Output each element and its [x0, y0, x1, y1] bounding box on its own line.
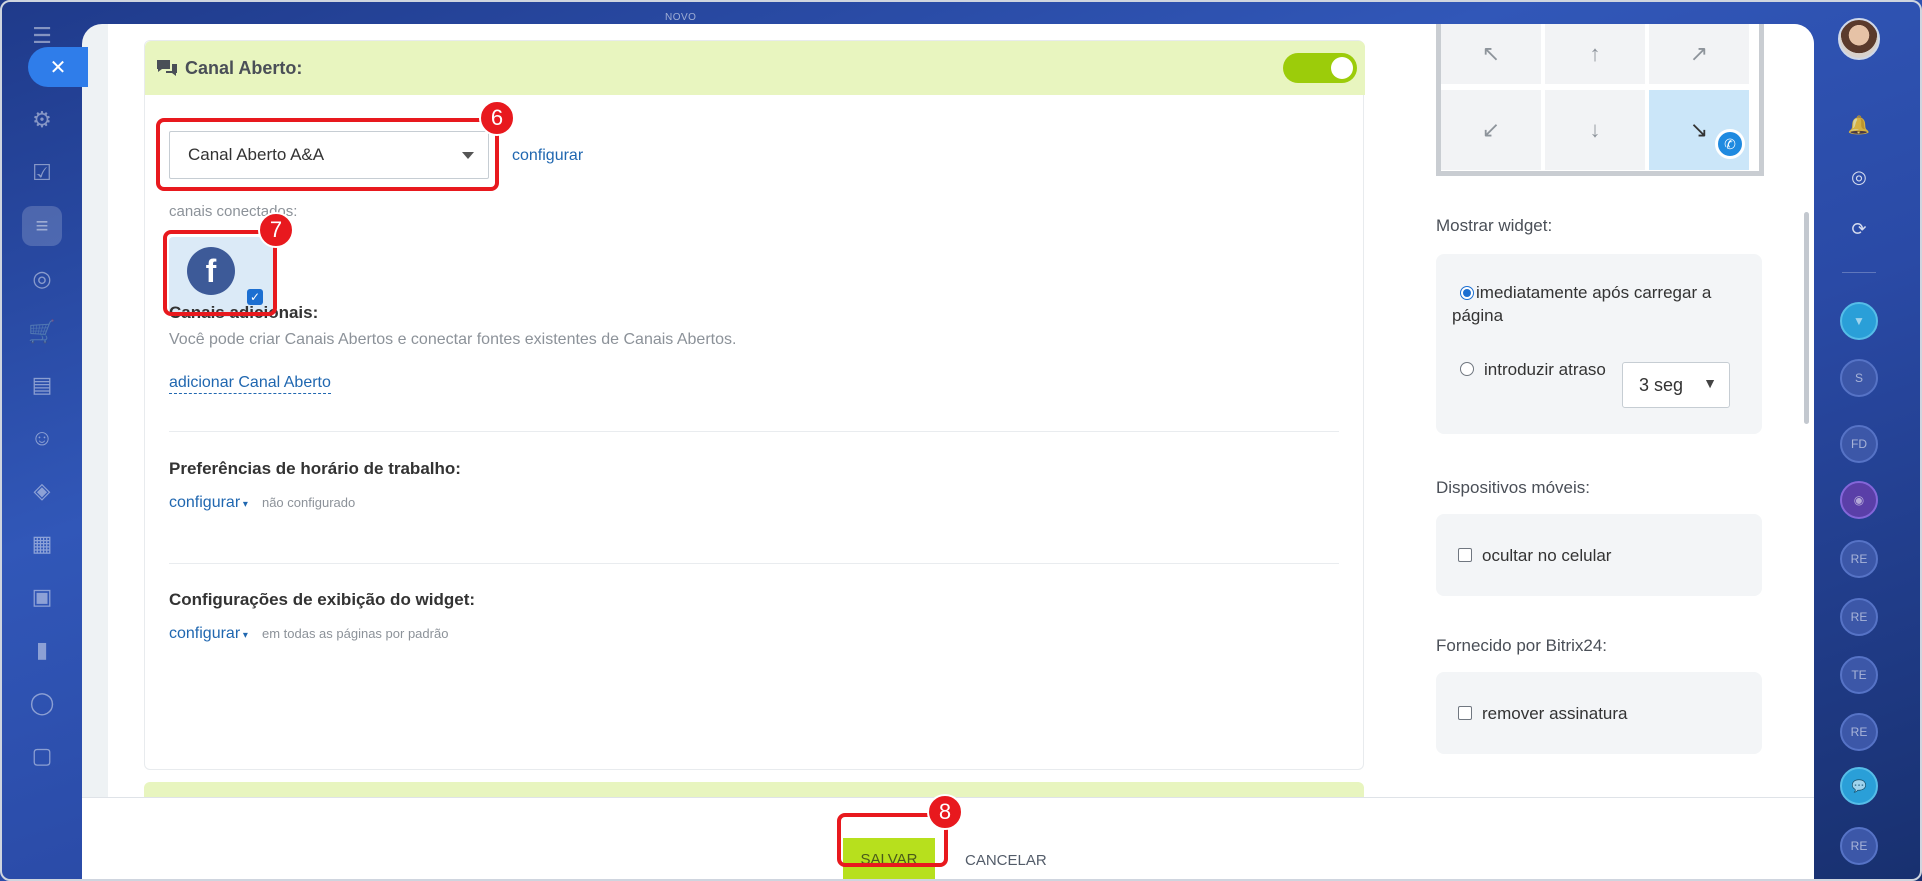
remove-signature-checkbox[interactable] [1458, 706, 1472, 720]
robot-icon[interactable]: ☺ [22, 418, 62, 458]
work-hours-title: Preferências de horário de trabalho: [169, 459, 461, 478]
step-badge-6: 6 [479, 100, 515, 136]
close-icon: ✕ [49, 56, 67, 79]
work-hours-row: configurar não configurado [169, 494, 355, 512]
signature-options: remover assinatura [1436, 672, 1762, 754]
immediate-option-label: imediatamente após carregar a página [1452, 283, 1712, 325]
configure-channel-link[interactable]: configurar [512, 147, 583, 165]
delay-radio[interactable] [1460, 362, 1474, 376]
fingerprint-icon[interactable]: ◎ [1838, 156, 1880, 198]
chat-bubble[interactable]: S [1840, 359, 1878, 397]
delay-select[interactable]: 3 seg ▼ [1622, 362, 1730, 408]
crm-icon[interactable]: ⚙ [22, 100, 62, 140]
hide-mobile-label: ocultar no celular [1482, 546, 1612, 565]
tasks-icon[interactable]: ☑ [22, 153, 62, 193]
scrollbar[interactable] [1804, 212, 1809, 424]
chat-bubble[interactable]: TE [1840, 656, 1878, 694]
bell-icon[interactable]: 🔔 [1838, 104, 1880, 146]
widget-position-preview: ↖ ↑ ↗ ↙ ↓ ↘ ✆ [1436, 24, 1764, 176]
highlight-box-channel-select [156, 118, 499, 191]
bookmark-icon[interactable]: ▼ [1840, 302, 1878, 340]
settings-circle-icon[interactable]: ◯ [22, 683, 62, 723]
position-bottom-left[interactable]: ↙ [1441, 90, 1541, 170]
close-slider-button[interactable]: ✕ [28, 47, 88, 87]
mobile-options: ocultar no celular [1436, 514, 1762, 596]
calendar-icon[interactable]: ▣ [22, 577, 62, 617]
widget-settings-panel: ↖ ↑ ↗ ↙ ↓ ↘ ✆ Mostrar widget: imediatame… [1422, 24, 1814, 797]
sync-icon[interactable]: ⟳ [1838, 208, 1880, 250]
chat-bubble[interactable]: FD [1840, 425, 1878, 463]
additional-channels-description: Você pode criar Canais Abertos e conecta… [169, 331, 737, 348]
widget-display-configure-link[interactable]: configurar [169, 625, 248, 643]
hide-mobile-checkbox[interactable] [1458, 548, 1472, 562]
user-avatar[interactable] [1838, 18, 1880, 60]
chat-icon [157, 60, 177, 76]
divider [169, 431, 1339, 432]
next-section-header [144, 782, 1364, 797]
building-icon[interactable]: ▦ [22, 524, 62, 564]
position-top-right[interactable]: ↗ [1649, 24, 1749, 84]
work-hours-status: não configurado [261, 495, 356, 510]
phone-icon: ✆ [1715, 129, 1745, 159]
top-hint-label: NOVO [665, 12, 697, 23]
cancel-button[interactable]: CANCELAR [965, 852, 1047, 869]
widget-display-status: em todas as páginas por padrão [261, 626, 449, 641]
messenger-icon[interactable]: 💬 [1840, 767, 1878, 805]
show-widget-label: Mostrar widget: [1436, 216, 1553, 235]
analytics-icon[interactable]: ▮ [22, 630, 62, 670]
remove-signature-label: remover assinatura [1482, 704, 1628, 723]
box-icon[interactable]: ◈ [22, 471, 62, 511]
delay-option-label: introduzir atraso [1484, 360, 1606, 379]
work-hours-configure-link[interactable]: configurar [169, 494, 248, 512]
chat-bubble[interactable]: RE [1840, 713, 1878, 751]
support-icon[interactable]: ◉ [1840, 481, 1878, 519]
left-sidebar: ☰ ⚙ ☑ ≡ ◎ 🛒 ▤ ☺ ◈ ▦ ▣ ▮ ◯ ▢ [0, 0, 82, 881]
sidebar-divider [1842, 272, 1876, 273]
cart-icon[interactable]: 🛒 [22, 312, 62, 352]
step-badge-7: 7 [258, 212, 294, 248]
add-open-channel-link[interactable]: adicionar Canal Aberto [169, 374, 331, 394]
position-top-left[interactable]: ↖ [1441, 24, 1541, 84]
section-title: Canal Aberto: [185, 57, 303, 78]
chat-bubble[interactable]: RE [1840, 540, 1878, 578]
section-header: Canal Aberto: [145, 41, 1365, 95]
position-bottom-center[interactable]: ↓ [1545, 90, 1645, 170]
contact-card-icon[interactable]: ▤ [22, 365, 62, 405]
mobile-devices-label: Dispositivos móveis: [1436, 478, 1590, 497]
open-channel-toggle[interactable] [1283, 53, 1357, 83]
highlight-box-facebook [163, 230, 277, 316]
position-top-center[interactable]: ↑ [1545, 24, 1645, 84]
divider [169, 563, 1339, 564]
target-icon[interactable]: ◎ [22, 259, 62, 299]
document-icon[interactable]: ▢ [22, 736, 62, 776]
step-badge-8: 8 [927, 794, 963, 830]
widget-display-title: Configurações de exibição do widget: [169, 590, 476, 609]
delay-select-value: 3 seg [1639, 374, 1684, 395]
widget-display-row: configurar em todas as páginas por padrã… [169, 625, 448, 643]
chevron-down-icon: ▼ [1703, 375, 1717, 391]
chat-bubble[interactable]: RE [1840, 598, 1878, 636]
powered-by-label: Fornecido por Bitrix24: [1436, 636, 1608, 655]
funnel-icon[interactable]: ≡ [22, 206, 62, 246]
chat-bubble[interactable]: RE [1840, 827, 1878, 865]
